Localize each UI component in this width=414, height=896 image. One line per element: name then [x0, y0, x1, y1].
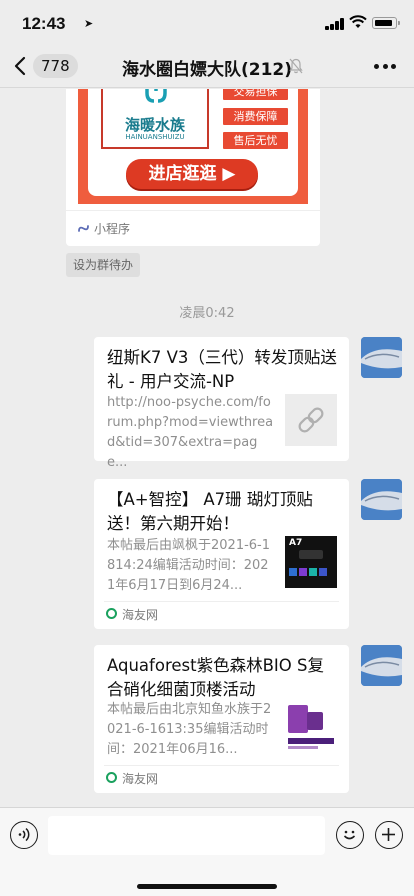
link-message-card[interactable]: 纽斯K7 V3（三代）转发顶贴送礼 - 用户交流-NP http://noo-p…: [94, 337, 349, 470]
brand-name: 海暖水族: [124, 116, 185, 134]
brand-logo-icon: [145, 89, 167, 103]
voice-icon: [18, 827, 30, 842]
mini-program-footer: 小程序: [66, 210, 320, 246]
emoji-button[interactable]: [336, 821, 364, 849]
mute-bell-icon: [289, 58, 303, 74]
set-group-todo-button[interactable]: 设为群待办: [66, 253, 141, 277]
thumbnail-label: A7: [289, 538, 303, 548]
more-options-icon[interactable]: [374, 64, 396, 69]
source-label: 海友网: [122, 772, 159, 786]
link-message-card[interactable]: Aquaforest紫色森林BIO S复合硝化细菌顶楼活动 本帖最后由北京知鱼水…: [94, 645, 349, 793]
play-arrow-icon: ▶: [222, 164, 236, 184]
source-row: 海友网: [104, 601, 339, 627]
source-row: 海友网: [104, 765, 339, 791]
location-arrow-icon: ➤: [84, 17, 94, 30]
status-bar: 12:43 ➤: [0, 0, 414, 44]
source-logo-icon: [106, 772, 117, 783]
promo-tag: 消费保障: [223, 108, 288, 125]
chat-messages[interactable]: 海暖水族 HAINUANSHUIZU 交易担保 消费保障 售后无忧 进店逛逛 ▶…: [0, 89, 414, 807]
link-message-card[interactable]: 【A+智控】 A7珊 瑚灯顶贴送！第六期开始！ 本帖最后由飒枫于2021-6-1…: [94, 479, 349, 629]
message-input[interactable]: [48, 816, 325, 855]
mini-program-label: 小程序: [94, 222, 131, 236]
smiley-icon: [343, 830, 356, 840]
link-description: http://noo-psyche.com/forum.php?mod=view…: [107, 395, 274, 470]
wifi-icon: [349, 15, 367, 28]
source-label: 海友网: [122, 608, 159, 622]
fish-avatar-icon: [361, 337, 402, 378]
fish-avatar-icon: [361, 645, 402, 686]
avatar[interactable]: [361, 645, 402, 686]
link-description: 本帖最后由北京知鱼水族于2021-6-1613:35编辑活动时间：2021年06…: [107, 702, 272, 757]
chat-title: 海水圈白嫖大队(212): [121, 60, 293, 80]
fish-avatar-icon: [361, 479, 402, 520]
enter-shop-label: 进店逛逛: [148, 164, 217, 184]
more-functions-button[interactable]: [375, 821, 403, 849]
product-thumbnail: [285, 702, 337, 754]
link-thumbnail: [285, 394, 337, 446]
link-title: Aquaforest紫色森林BIO S复合硝化细菌顶楼活动: [107, 656, 324, 699]
mini-program-card[interactable]: 海暖水族 HAINUANSHUIZU 交易担保 消费保障 售后无忧 进店逛逛 ▶…: [66, 89, 320, 246]
input-bar: [0, 807, 414, 896]
battery-icon: [372, 17, 400, 29]
mini-program-icon: [78, 225, 89, 232]
status-time: 12:43: [22, 14, 66, 33]
link-title: 纽斯K7 V3（三代）转发顶贴送礼 - 用户交流-NP: [107, 348, 337, 391]
a7-light-thumbnail: A7: [285, 536, 337, 588]
source-logo-icon: [106, 608, 117, 619]
avatar[interactable]: [361, 337, 402, 378]
avatar[interactable]: [361, 479, 402, 520]
message-timestamp: 凌晨0:42: [179, 306, 235, 321]
home-indicator: [137, 884, 277, 889]
chat-header: 778 海水圈白嫖大队(212): [0, 44, 414, 88]
promo-tag: 售后无忧: [223, 132, 288, 149]
plus-icon: [382, 828, 395, 841]
voice-input-button[interactable]: [10, 821, 38, 849]
shop-poster: 海暖水族 HAINUANSHUIZU 交易担保 消费保障 售后无忧 进店逛逛 ▶: [78, 89, 308, 204]
link-icon: [298, 407, 324, 433]
brand-name-en: HAINUANSHUIZU: [125, 133, 185, 141]
enter-shop-button[interactable]: 进店逛逛 ▶: [126, 159, 258, 189]
cellular-signal-icon: [325, 18, 345, 30]
link-title: 【A+智控】 A7珊 瑚灯顶贴送！第六期开始！: [107, 490, 313, 533]
link-description: 本帖最后由飒枫于2021-6-1814:24编辑活动时间：2021年6月17日到…: [107, 538, 271, 593]
promo-tag: 交易担保: [223, 89, 288, 100]
brand-logo-box: 海暖水族 HAINUANSHUIZU: [101, 89, 209, 149]
